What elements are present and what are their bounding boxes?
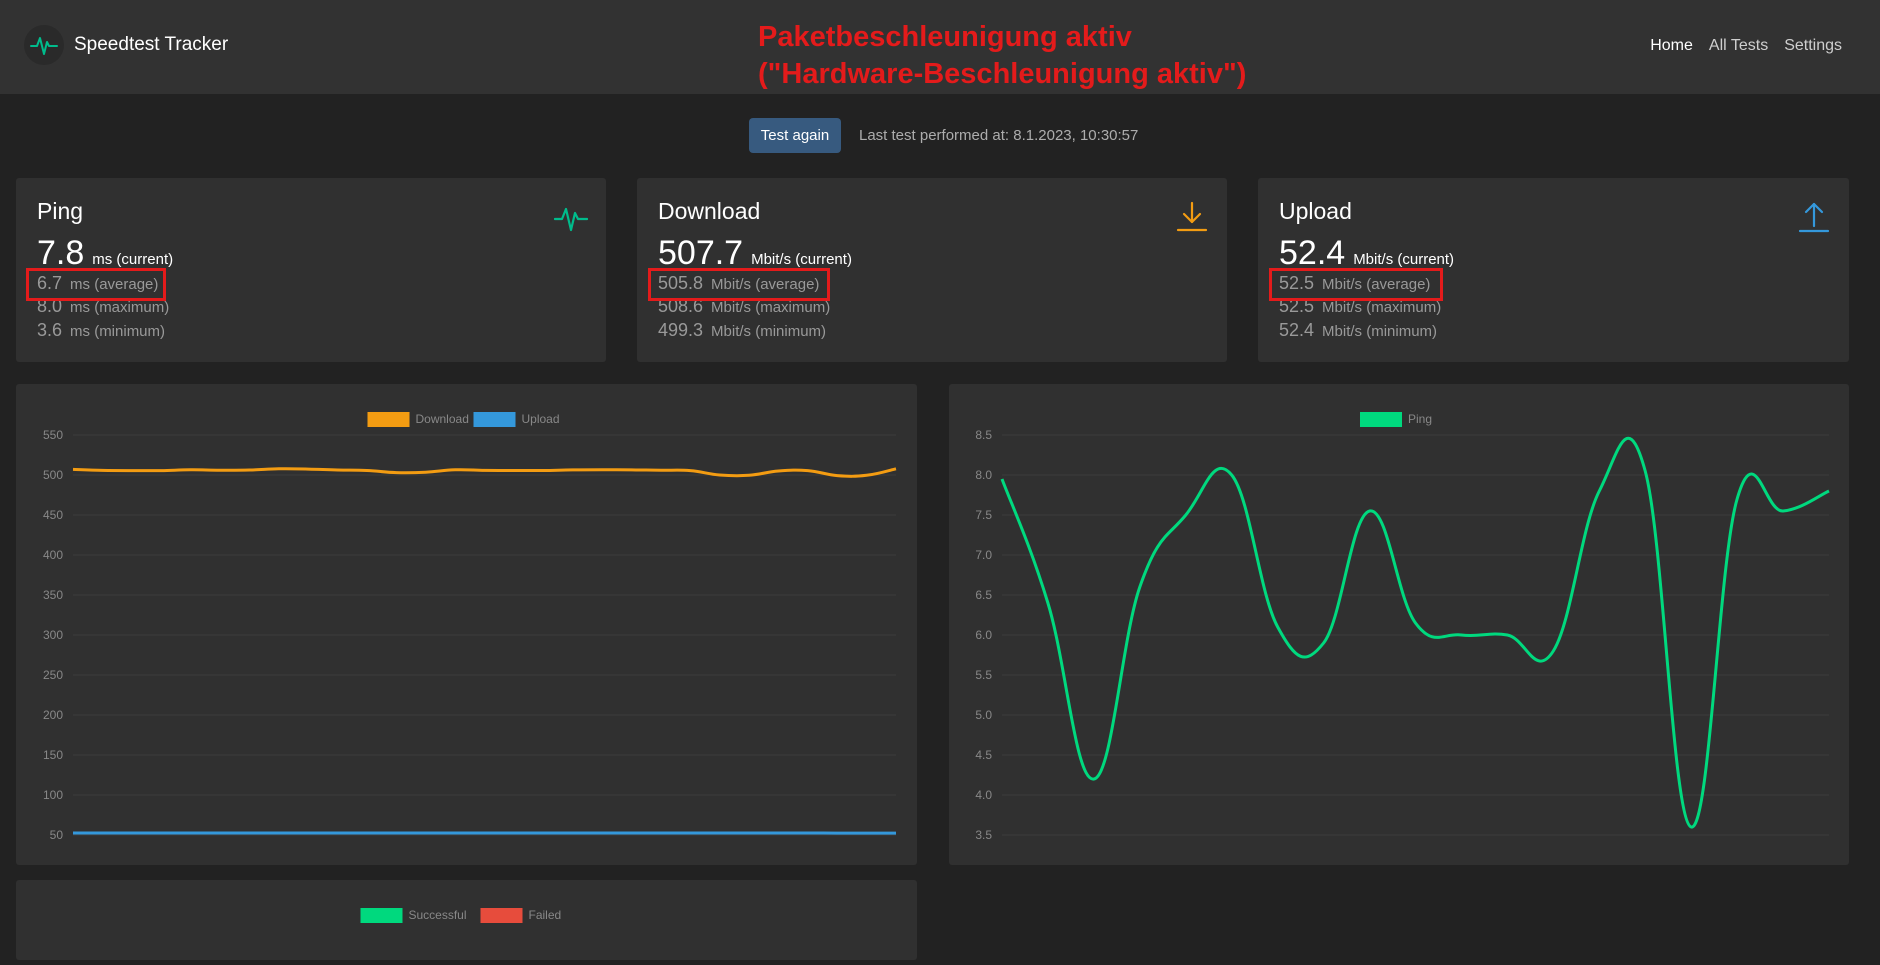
unit: Mbit/s (current): [751, 251, 852, 268]
y-tick-label: 350: [43, 588, 63, 602]
ping-chart-card: 8.5 8.0 7.5 7.0 6.5 6.0 5.5 5.0 4.5 4.0 3.5 Ping: [949, 384, 1849, 865]
unit: ms (current): [92, 251, 173, 268]
y-tick-label: 100: [43, 788, 63, 802]
legend-label: Failed: [529, 908, 562, 922]
value: 52.4: [1279, 320, 1314, 341]
minimum-value: 52.4 Mbit/s (minimum): [1279, 320, 1437, 341]
app-title: Speedtest Tracker: [74, 34, 228, 56]
legend-swatch: [474, 412, 516, 427]
brand[interactable]: Speedtest Tracker: [24, 25, 228, 65]
y-tick-label: 150: [43, 748, 63, 762]
download-card: Download 507.7 Mbit/s (current) 505.8 Mb…: [637, 178, 1227, 362]
y-tick-label: 300: [43, 628, 63, 642]
series-line-ping: [1002, 438, 1829, 827]
y-tick-label: 7.5: [975, 508, 992, 522]
y-tick-label: 50: [50, 828, 64, 842]
legend-label: Successful: [409, 908, 467, 922]
ping-chart: 8.5 8.0 7.5 7.0 6.5 6.0 5.5 5.0 4.5 4.0 3.5 Ping: [949, 384, 1849, 865]
legend-swatch: [1360, 412, 1402, 427]
unit: ms (minimum): [70, 323, 165, 340]
y-tick-label: 7.0: [975, 548, 992, 562]
y-tick-label: 3.5: [975, 828, 992, 842]
download-icon: [1175, 200, 1209, 234]
annotation-line-2: ("Hardware-Beschleunigung aktiv"): [758, 56, 1246, 93]
card-title: Upload: [1279, 198, 1352, 225]
speed-chart-card: 550 500 450 400 350 300 250 200 150 100 50 Download…: [16, 384, 917, 865]
unit: Mbit/s (minimum): [711, 323, 826, 340]
unit: ms (maximum): [70, 299, 169, 316]
nav-links: Home All Tests Settings: [1650, 37, 1842, 55]
test-again-button[interactable]: Test again: [749, 118, 841, 153]
card-title: Ping: [37, 198, 83, 225]
y-tick-label: 250: [43, 668, 63, 682]
highlight-box: [26, 268, 166, 301]
legend-item[interactable]: Download: [368, 412, 469, 427]
legend-item[interactable]: Ping: [1360, 412, 1432, 427]
y-tick-label: 200: [43, 708, 63, 722]
status-chart-card: Successful Failed: [16, 880, 917, 960]
y-tick-label: 4.5: [975, 748, 992, 762]
unit: Mbit/s (maximum): [1322, 299, 1441, 316]
speed-chart: 550 500 450 400 350 300 250 200 150 100 50 Download…: [16, 384, 917, 865]
last-test-text: Last test performed at: 8.1.2023, 10:30:…: [859, 127, 1138, 144]
highlight-box: [648, 268, 830, 301]
test-toolbar: Test again Last test performed at: 8.1.2…: [749, 118, 1138, 153]
unit: Mbit/s (maximum): [711, 299, 830, 316]
pulse-icon: [30, 33, 58, 57]
legend-label: Upload: [522, 412, 560, 426]
annotation-overlay: Paketbeschleunigung aktiv ("Hardware-Bes…: [758, 19, 1246, 93]
y-tick-label: 5.0: [975, 708, 992, 722]
y-tick-label: 8.0: [975, 468, 992, 482]
card-title: Download: [658, 198, 760, 225]
annotation-line-1: Paketbeschleunigung aktiv: [758, 19, 1246, 56]
y-tick-label: 450: [43, 508, 63, 522]
y-tick-label: 5.5: [975, 668, 992, 682]
brand-logo: [24, 25, 64, 65]
upload-icon: [1797, 200, 1831, 234]
status-chart: Successful Failed: [16, 880, 917, 960]
highlight-box: [1269, 268, 1443, 301]
nav-settings[interactable]: Settings: [1784, 37, 1842, 55]
legend-swatch: [368, 412, 410, 427]
legend-label: Download: [416, 412, 469, 426]
nav-all-tests[interactable]: All Tests: [1709, 37, 1768, 55]
y-tick-label: 6.5: [975, 588, 992, 602]
y-tick-label: 500: [43, 468, 63, 482]
legend-swatch: [361, 908, 403, 923]
pulse-icon: [554, 200, 588, 234]
y-tick-label: 550: [43, 428, 63, 442]
unit: Mbit/s (minimum): [1322, 323, 1437, 340]
legend-item[interactable]: Upload: [474, 412, 560, 427]
legend-label: Ping: [1408, 412, 1432, 426]
value: 3.6: [37, 320, 62, 341]
y-tick-label: 6.0: [975, 628, 992, 642]
upload-card: Upload 52.4 Mbit/s (current) 52.5 Mbit/s…: [1258, 178, 1849, 362]
legend-item[interactable]: Failed: [481, 908, 562, 923]
y-tick-label: 400: [43, 548, 63, 562]
legend-swatch: [481, 908, 523, 923]
y-tick-label: 8.5: [975, 428, 992, 442]
ping-card: Ping 7.8 ms (current) 6.7 ms (average) 8…: [16, 178, 606, 362]
minimum-value: 499.3 Mbit/s (minimum): [658, 320, 826, 341]
minimum-value: 3.6 ms (minimum): [37, 320, 165, 341]
y-tick-label: 4.0: [975, 788, 992, 802]
unit: Mbit/s (current): [1353, 251, 1454, 268]
nav-home[interactable]: Home: [1650, 37, 1693, 55]
legend-item[interactable]: Successful: [361, 908, 467, 923]
value: 499.3: [658, 320, 703, 341]
